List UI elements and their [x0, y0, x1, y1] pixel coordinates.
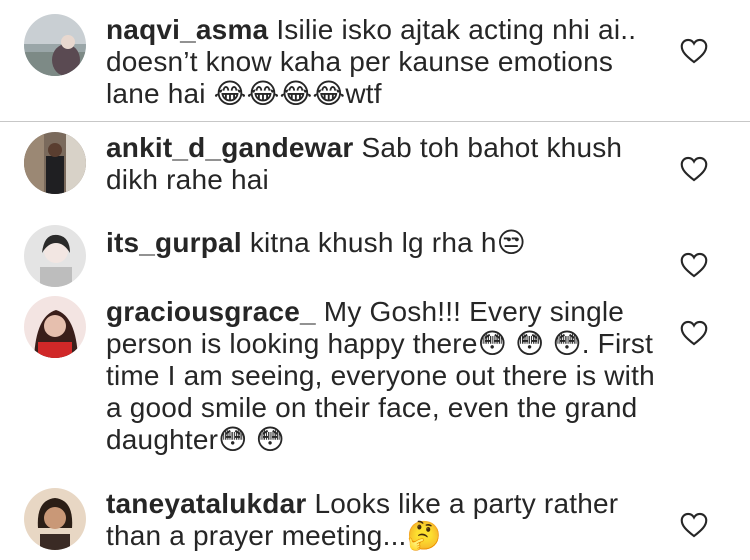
comment-username[interactable]: its_gurpal	[106, 227, 242, 258]
heart-outline-icon[interactable]	[680, 512, 708, 538]
comment-item: graciousgrace_ My Gosh!!! Every single pe…	[0, 290, 750, 470]
comment-item: ankit_d_gandewar Sab toh bahot khush dikh…	[0, 122, 750, 212]
comment-username[interactable]: taneyatalukdar	[106, 488, 306, 519]
heart-outline-icon[interactable]	[680, 156, 708, 182]
heart-outline-icon[interactable]	[680, 252, 708, 278]
comment-item: taneyatalukdar Looks like a party rather …	[0, 480, 750, 560]
comment-item: its_gurpal kitna khush lg rha h😒	[0, 215, 750, 287]
comment-body: naqvi_asma Isilie isko ajtak acting nhi a…	[106, 14, 666, 110]
comment-body: ankit_d_gandewar Sab toh bahot khush dikh…	[106, 132, 666, 196]
comment-body: graciousgrace_ My Gosh!!! Every single pe…	[106, 296, 666, 456]
avatar[interactable]	[24, 488, 86, 550]
comment-text: kitna khush lg rha h😒	[249, 227, 527, 258]
comment-item: naqvi_asma Isilie isko ajtak acting nhi a…	[0, 0, 750, 120]
heart-outline-icon[interactable]	[680, 320, 708, 346]
comment-username[interactable]: graciousgrace_	[106, 296, 316, 327]
comment-username[interactable]: naqvi_asma	[106, 14, 268, 45]
avatar[interactable]	[24, 14, 86, 76]
heart-outline-icon[interactable]	[680, 38, 708, 64]
avatar[interactable]	[24, 296, 86, 358]
comment-body: its_gurpal kitna khush lg rha h😒	[106, 227, 666, 259]
comment-username[interactable]: ankit_d_gandewar	[106, 132, 354, 163]
avatar[interactable]	[24, 225, 86, 287]
comment-body: taneyatalukdar Looks like a party rather …	[106, 488, 666, 552]
avatar[interactable]	[24, 132, 86, 194]
